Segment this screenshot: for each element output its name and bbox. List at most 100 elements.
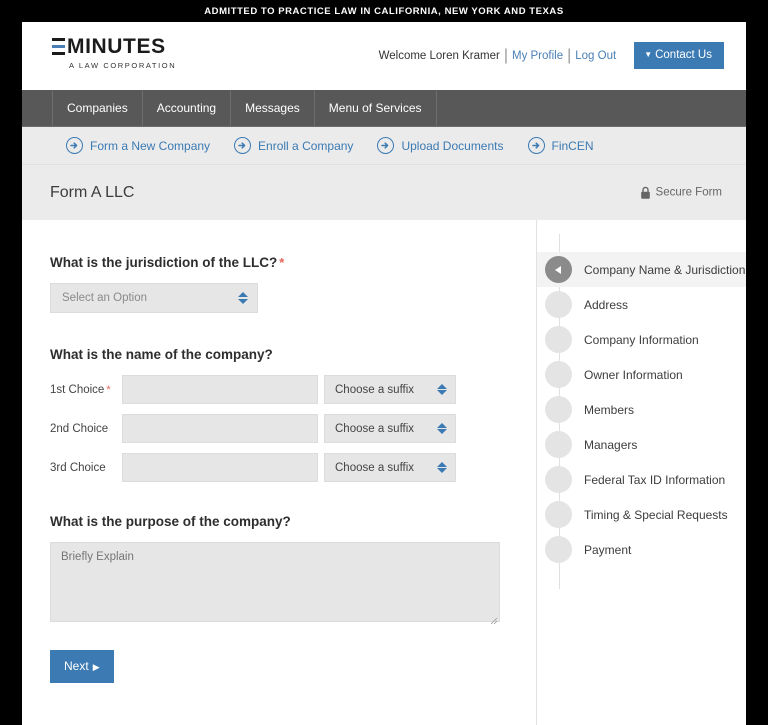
site-header: MINUTES A LAW CORPORATION Welcome Loren …	[22, 22, 746, 90]
step-label-members: Members	[584, 402, 635, 417]
step-label-company-information: Company Information	[584, 332, 699, 347]
second-choice-input[interactable]	[122, 414, 318, 443]
second-choice-suffix-select[interactable]: Choose a suffix	[324, 414, 456, 443]
step-payment[interactable]: Payment	[537, 532, 746, 567]
log-out-link[interactable]: Log Out	[575, 50, 616, 62]
first-choice-label: 1st Choice *	[50, 384, 122, 396]
step-marker	[545, 501, 572, 528]
purpose-question-text: What is the purpose of the company?	[50, 514, 291, 529]
step-federal-tax-id-information[interactable]: Federal Tax ID Information	[537, 462, 746, 497]
step-marker	[545, 396, 572, 423]
company-name-row-1: 1st Choice * Choose a suffix	[50, 375, 536, 404]
arrow-right-circle-icon	[377, 137, 395, 154]
arrow-right-circle-icon	[527, 137, 545, 154]
subnav-enroll-a-company[interactable]: Enroll a Company	[234, 137, 353, 154]
secure-form-indicator: Secure Form	[640, 186, 722, 199]
contact-us-button[interactable]: ▼ Contact Us	[634, 42, 724, 69]
logo-e-mark-icon	[52, 38, 65, 55]
form-column: What is the jurisdiction of the LLC? * Se…	[22, 220, 537, 725]
first-choice-input[interactable]	[122, 375, 318, 404]
content-area: What is the jurisdiction of the LLC? * Se…	[22, 220, 746, 725]
step-company-name-jurisdiction[interactable]: Company Name & Jurisdiction	[537, 252, 746, 287]
page-frame: MINUTES A LAW CORPORATION Welcome Loren …	[22, 22, 746, 725]
step-owner-information[interactable]: Owner Information	[537, 357, 746, 392]
first-choice-suffix-select[interactable]: Choose a suffix	[324, 375, 456, 404]
third-choice-input[interactable]	[122, 453, 318, 482]
purpose-textarea[interactable]	[50, 542, 500, 622]
step-marker	[545, 326, 572, 353]
first-choice-required-mark: *	[106, 383, 111, 396]
subnav-fincen-label: FinCEN	[551, 138, 594, 153]
sub-navigation: Form a New Company Enroll a Company Uplo…	[22, 127, 746, 164]
secure-form-label: Secure Form	[655, 186, 722, 199]
nav-item-messages-label: Messages	[245, 101, 300, 115]
arrow-right-circle-icon	[234, 137, 252, 154]
step-label-owner-information: Owner Information	[584, 367, 683, 382]
subnav-fincen[interactable]: FinCEN	[527, 137, 594, 154]
step-label-company-name-jurisdiction: Company Name & Jurisdiction	[584, 262, 746, 277]
stepper-arrows-icon	[436, 461, 448, 474]
jurisdiction-select-value: Select an Option	[62, 292, 148, 304]
subnav-upload-documents[interactable]: Upload Documents	[377, 137, 504, 154]
admitted-banner-text: ADMITTED TO PRACTICE LAW IN CALIFORNIA, …	[204, 5, 564, 17]
nav-item-accounting[interactable]: Accounting	[141, 90, 232, 126]
next-button[interactable]: Next ▶	[50, 650, 114, 683]
page-title-band: Form A LLC Secure Form	[22, 164, 746, 220]
nav-item-accounting-label: Accounting	[156, 101, 217, 115]
nav-item-menu-of-services-label: Menu of Services	[328, 101, 422, 115]
main-navigation: Companies Accounting Messages Menu of Se…	[22, 90, 746, 127]
nav-item-messages[interactable]: Messages	[230, 90, 315, 126]
step-label-timing-special-requests: Timing & Special Requests	[584, 507, 728, 522]
header-separator-1: |	[503, 46, 508, 64]
logo-tagline: A LAW CORPORATION	[69, 61, 177, 70]
step-managers[interactable]: Managers	[537, 427, 746, 462]
chevron-down-icon: ▼	[644, 50, 653, 59]
stepper-arrows-icon	[436, 422, 448, 435]
eminutes-logo[interactable]: MINUTES A LAW CORPORATION	[52, 36, 176, 70]
step-company-information[interactable]: Company Information	[537, 322, 746, 357]
step-label-payment: Payment	[584, 542, 632, 557]
step-timing-special-requests[interactable]: Timing & Special Requests	[537, 497, 746, 532]
header-user-area: Welcome Loren Kramer | My Profile | Log …	[379, 42, 724, 69]
steps-column: Company Name & Jurisdiction Address Comp…	[537, 220, 746, 725]
subnav-enroll-a-company-label: Enroll a Company	[258, 138, 354, 153]
step-members[interactable]: Members	[537, 392, 746, 427]
stepper-arrows-icon	[237, 292, 249, 304]
jurisdiction-question: What is the jurisdiction of the LLC? *	[50, 255, 536, 270]
page-title: Form A LLC	[50, 183, 135, 201]
welcome-text: Welcome Loren Kramer	[378, 49, 500, 62]
step-label-address: Address	[584, 297, 629, 312]
purpose-question: What is the purpose of the company?	[50, 514, 536, 529]
jurisdiction-select[interactable]: Select an Option	[50, 283, 258, 313]
company-name-question: What is the name of the company?	[50, 347, 536, 362]
second-choice-suffix-value: Choose a suffix	[335, 422, 415, 435]
third-choice-suffix-value: Choose a suffix	[335, 461, 415, 474]
step-marker	[545, 361, 572, 388]
first-choice-label-text: 1st Choice	[50, 383, 105, 396]
jurisdiction-required-mark: *	[279, 255, 285, 270]
company-name-row-2: 2nd Choice Choose a suffix	[50, 414, 536, 443]
first-choice-suffix-value: Choose a suffix	[335, 383, 415, 396]
second-choice-label: 2nd Choice	[50, 423, 122, 435]
third-choice-suffix-select[interactable]: Choose a suffix	[324, 453, 456, 482]
nav-item-companies-label: Companies	[67, 101, 128, 115]
step-address[interactable]: Address	[537, 287, 746, 322]
step-marker	[545, 536, 572, 563]
admitted-banner: ADMITTED TO PRACTICE LAW IN CALIFORNIA, …	[0, 0, 768, 22]
step-marker	[545, 466, 572, 493]
stepper-arrows-icon	[436, 383, 448, 396]
nav-item-menu-of-services[interactable]: Menu of Services	[313, 90, 437, 126]
lock-icon	[640, 186, 650, 199]
subnav-form-a-new-company-label: Form a New Company	[90, 138, 211, 153]
my-profile-link[interactable]: My Profile	[512, 50, 563, 62]
step-marker	[545, 291, 572, 318]
subnav-upload-documents-label: Upload Documents	[401, 138, 504, 153]
chevron-left-icon	[554, 265, 561, 274]
subnav-form-a-new-company[interactable]: Form a New Company	[66, 137, 210, 154]
contact-us-label: Contact Us	[655, 49, 712, 61]
nav-item-companies[interactable]: Companies	[52, 90, 143, 126]
jurisdiction-question-text: What is the jurisdiction of the LLC?	[50, 255, 278, 270]
header-separator-2: |	[567, 46, 572, 64]
company-name-row-3: 3rd Choice Choose a suffix	[50, 453, 536, 482]
triangle-right-icon: ▶	[92, 662, 100, 672]
